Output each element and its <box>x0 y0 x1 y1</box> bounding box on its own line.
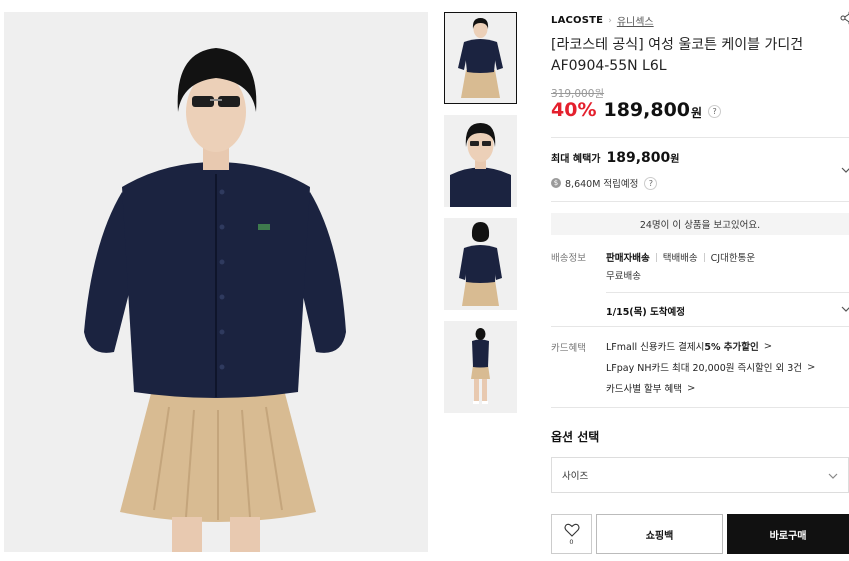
max-benefit-row[interactable]: 최대 혜택가 189,800 원 <box>551 150 679 166</box>
sale-price: 189,800 <box>603 99 691 121</box>
model-photo <box>4 12 428 552</box>
shipping-seller: 판매자배송 <box>606 253 650 264</box>
wishlist-count: 0 <box>569 537 574 546</box>
help-icon[interactable]: ? <box>644 177 658 190</box>
shopping-bag-button[interactable]: 쇼핑백 <box>596 514 723 554</box>
chevron-down-icon <box>828 473 838 479</box>
card-benefit-line[interactable]: LFpay NH카드 최대 20,000원 즉시할인 외 3건 > <box>606 360 816 375</box>
viewers-banner: 24명이 이 상품을 보고있어요. <box>551 213 849 235</box>
card-benefit-text: LFpay NH카드 최대 20,000원 즉시할인 외 3건 <box>606 363 803 374</box>
card-benefit-highlight: 5% 추가할인 <box>704 342 759 353</box>
thumbnail-1[interactable] <box>444 12 517 104</box>
divider <box>703 252 705 262</box>
option-title: 옵션 선택 <box>551 430 600 444</box>
price-unit: 원 <box>691 105 703 120</box>
product-title: [라코스테 공식] 여성 울코튼 케이블 가디건 AF0904-55N L6L <box>551 37 804 74</box>
category-link[interactable]: 유니섹스 <box>617 13 654 28</box>
max-benefit-price: 189,800 <box>606 150 671 166</box>
help-icon[interactable]: ? <box>708 104 722 118</box>
arrival-date[interactable]: 1/15(목) 도착예정 <box>606 304 685 318</box>
shipping-label: 배송정보 <box>551 253 586 264</box>
main-product-image[interactable] <box>4 12 428 552</box>
product-info-panel: LACOSTE › 유니섹스 [라코스테 공식] 여성 울코튼 케이블 가디건 … <box>551 0 849 561</box>
card-benefit-text: 카드사별 할부 혜택 <box>606 384 682 395</box>
divider <box>606 292 849 293</box>
discount-rate: 40% <box>551 99 597 121</box>
divider <box>551 137 849 138</box>
divider <box>551 326 849 327</box>
buy-now-button[interactable]: 바로구매 <box>727 514 849 554</box>
shipping-options: 판매자배송 택배배송 CJ대한통운 <box>606 250 755 264</box>
thumbnail-4[interactable] <box>444 321 517 413</box>
shipping-courier: 택배배송 <box>662 253 698 264</box>
max-benefit-unit: 원 <box>670 154 680 165</box>
card-benefit-line[interactable]: 카드사별 할부 혜택 > <box>606 381 696 396</box>
wishlist-button[interactable]: 0 <box>551 514 592 554</box>
card-benefit-label: 카드혜택 <box>551 343 586 354</box>
share-icon[interactable] <box>839 10 849 26</box>
chevron-right-icon: > <box>807 361 816 373</box>
thumbnail-2[interactable] <box>444 115 517 207</box>
price-row: 40% 189,800 원 ? <box>551 99 722 121</box>
free-shipping: 무료배송 <box>606 271 641 282</box>
points-text: 8,640M 적립예정 <box>565 178 639 190</box>
divider <box>551 201 849 202</box>
max-benefit-label: 최대 혜택가 <box>551 154 601 165</box>
chevron-right-icon: > <box>686 382 696 394</box>
chevron-right-icon: > <box>763 340 773 352</box>
card-benefit-line[interactable]: LFmall 신용카드 결제시 5% 추가할인 > <box>606 339 773 354</box>
coin-icon: $ <box>551 177 561 188</box>
thumbnail-3[interactable] <box>444 218 517 310</box>
breadcrumb: LACOSTE › 유니섹스 <box>551 13 654 28</box>
size-select-label: 사이즈 <box>562 471 589 482</box>
divider <box>551 407 849 408</box>
card-benefit-text: LFmall 신용카드 결제시 <box>606 342 705 353</box>
points-row: $ 8,640M 적립예정 ? <box>551 175 658 190</box>
divider <box>655 252 657 262</box>
breadcrumb-separator: › <box>608 15 612 26</box>
brand-link[interactable]: LACOSTE <box>551 15 603 26</box>
chevron-down-icon[interactable] <box>841 304 849 314</box>
chevron-down-icon[interactable] <box>841 165 849 175</box>
heart-icon <box>563 523 580 537</box>
size-select[interactable]: 사이즈 <box>551 457 849 493</box>
shipping-company: CJ대한통운 <box>710 253 756 264</box>
